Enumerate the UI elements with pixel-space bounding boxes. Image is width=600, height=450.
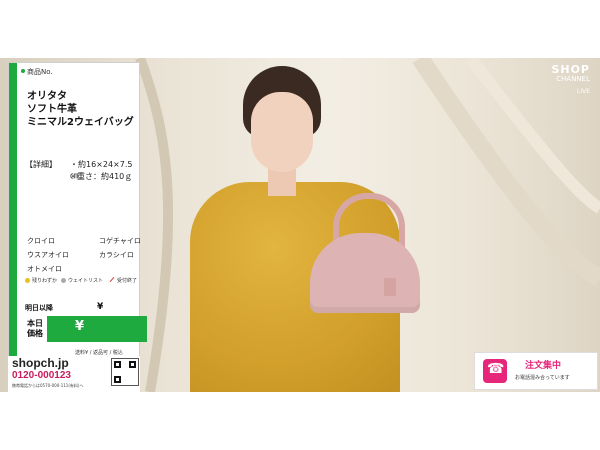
shipping-note: 送料¥ / 返品可 / 税込 bbox=[75, 350, 123, 356]
today-price-label: 本日価格 bbox=[27, 319, 43, 338]
legend-low-stock: 残りわずか bbox=[25, 277, 57, 284]
order-rush-title: 注文集中 bbox=[525, 361, 562, 371]
waitlist-icon bbox=[61, 278, 66, 283]
phone-number[interactable]: 0120-000123 bbox=[12, 370, 71, 381]
product-title-line: ミニマル2ウェイバッグ bbox=[27, 117, 134, 128]
color-option: コゲチャイロ bbox=[99, 237, 141, 245]
phone-icon: ☎ bbox=[483, 359, 507, 383]
after-tomorrow-label: 明日以降 bbox=[25, 304, 53, 312]
live-indicator: LIVE bbox=[576, 88, 590, 95]
website-link[interactable]: shopch.jp bbox=[12, 356, 69, 370]
qr-code-icon[interactable] bbox=[111, 358, 139, 386]
panel-accent-bar bbox=[9, 63, 17, 390]
product-info-panel: 商品No. オリタタ ソフト牛革 ミニマル2ウェイバッグ 【詳細】 ・約16×2… bbox=[8, 62, 147, 391]
order-rush-badge[interactable]: ☎ 注文集中 お電話混み合っています bbox=[474, 352, 598, 390]
logo-channel: CHANNEL bbox=[556, 75, 590, 83]
order-rush-subtitle: お電話混み合っています bbox=[515, 375, 570, 381]
shop-channel-screen: 商品No. オリタタ ソフト牛革 ミニマル2ウェイバッグ 【詳細】 ・約16×2… bbox=[0, 0, 600, 450]
channel-logo: SHOP CHANNEL LIVE bbox=[532, 64, 590, 95]
legend-closed: 受付終了 bbox=[109, 276, 138, 284]
legend-label: ウェイトリスト bbox=[68, 278, 104, 284]
after-tomorrow-price: ¥ bbox=[97, 302, 104, 312]
legend-label: 受付終了 bbox=[117, 278, 138, 284]
closed-icon bbox=[109, 276, 115, 283]
logo-shop: SHOP bbox=[551, 63, 590, 76]
legend-label: 残りわずか bbox=[32, 278, 58, 284]
spec-label: 【詳細】 bbox=[25, 160, 57, 169]
pink-handbag bbox=[310, 233, 420, 313]
today-price: ¥ bbox=[75, 319, 85, 334]
mobile-phone-note: 携帯電話からは0570-000-111(有料)へ bbox=[12, 383, 84, 388]
legend-waitlist: ウェイトリスト bbox=[61, 277, 103, 284]
color-option: ウスアオイロ bbox=[27, 251, 69, 259]
color-option: カラシイロ bbox=[99, 251, 134, 259]
product-title-line: オリタタ bbox=[27, 91, 67, 102]
bag-tag bbox=[384, 278, 396, 296]
today-price-box bbox=[47, 316, 147, 342]
spec-weight: ・重さ：約410ｇ bbox=[69, 172, 133, 181]
presenter-face bbox=[251, 92, 313, 172]
stock-legend: 残りわずか ウェイトリスト 受付終了 bbox=[25, 276, 150, 287]
product-title: オリタタ ソフト牛革 ミニマル2ウェイバッグ bbox=[27, 90, 142, 129]
product-number-label: 商品No. bbox=[21, 67, 53, 77]
product-title-line: ソフト牛革 bbox=[27, 104, 77, 115]
low-stock-icon bbox=[25, 278, 30, 283]
contact-footer: shopch.jp 0120-000123 携帯電話からは0570-000-11… bbox=[8, 356, 140, 394]
color-option: オトメイロ bbox=[27, 265, 62, 273]
color-option: クロイロ bbox=[27, 237, 55, 245]
